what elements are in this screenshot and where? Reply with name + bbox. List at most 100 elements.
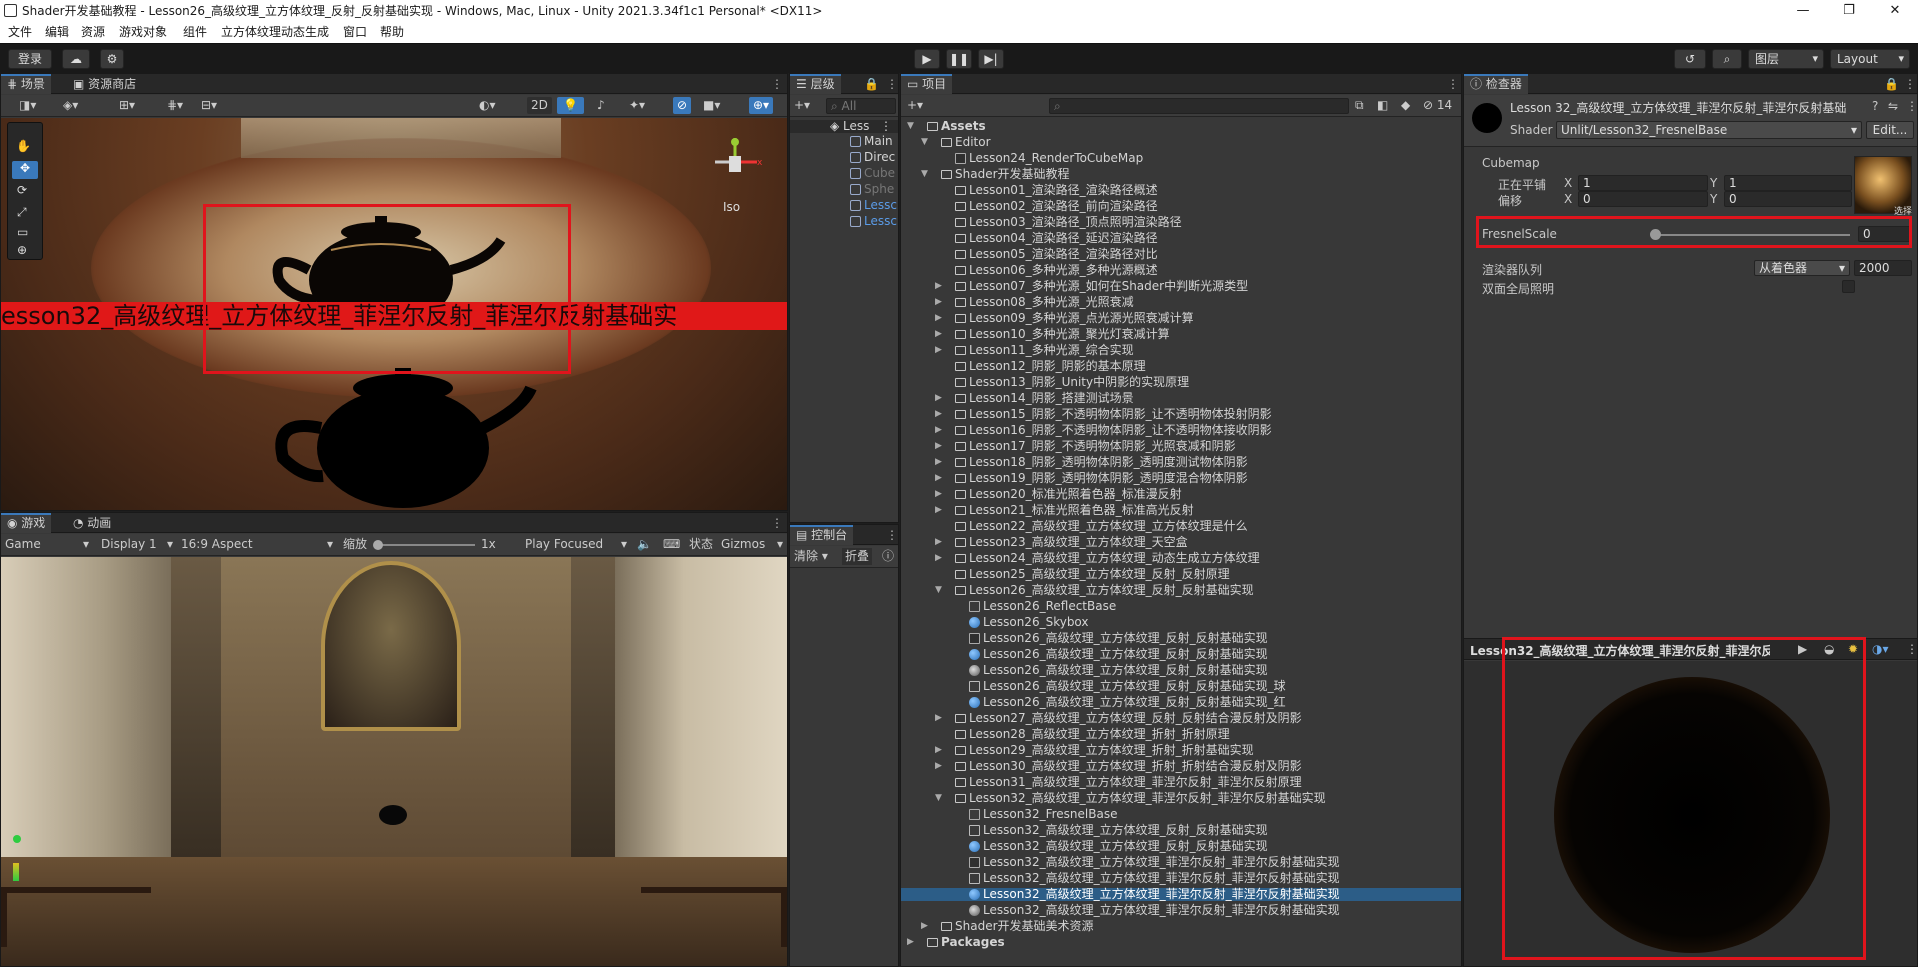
audio-toggle-icon[interactable]: ♪ bbox=[597, 97, 605, 114]
mode-2d-button[interactable]: 2D bbox=[527, 97, 552, 114]
lesson-folder[interactable]: ▶ Lesson14_阴影_搭建测试场景 bbox=[901, 392, 1461, 405]
tree-shader-folder[interactable]: ▼ Shader开发基础教程 bbox=[901, 168, 1461, 181]
lesson-folder[interactable]: Lesson06_多种光源_多种光源概述 bbox=[901, 264, 1461, 277]
tab-asset-store[interactable]: ▣ 资源商店 bbox=[67, 74, 142, 94]
hierarchy-item-lesson-a[interactable]: Lessc bbox=[790, 199, 898, 212]
preview-mesh-icon[interactable]: ◒ bbox=[1824, 642, 1834, 656]
login-button[interactable]: 登录 bbox=[8, 49, 52, 69]
camera-icon[interactable]: ■▾ bbox=[703, 97, 720, 114]
tab-hierarchy[interactable]: ☰ 层级 bbox=[790, 74, 841, 94]
hierarchy-item-light[interactable]: Direc bbox=[790, 151, 898, 164]
collab-button[interactable]: ⚙ bbox=[100, 49, 124, 69]
scene-file[interactable]: Lesson26_高级纹理_立方体纹理_反射_反射基础实现 bbox=[901, 664, 1461, 677]
lighting-toggle-icon[interactable]: 💡 bbox=[557, 97, 584, 114]
lesson-folder[interactable]: ▶ Lesson24_高级纹理_立方体纹理_动态生成立方体纹理 bbox=[901, 552, 1461, 565]
tab-game[interactable]: ◉ 游戏 bbox=[1, 513, 52, 533]
tab-scene[interactable]: ⋕ 场景 bbox=[1, 74, 51, 94]
lesson-folder[interactable]: Lesson12_阴影_阴影的基本原理 bbox=[901, 360, 1461, 373]
lesson-folder[interactable]: ▶ Lesson27_高级纹理_立方体纹理_反射_反射结合漫反射及阴影 bbox=[901, 712, 1461, 725]
shader-file[interactable]: Lesson26_ReflectBase bbox=[901, 600, 1461, 613]
lesson-folder[interactable]: Lesson28_高级纹理_立方体纹理_折射_折射原理 bbox=[901, 728, 1461, 741]
hierarchy-menu-icon[interactable]: ⋮ bbox=[886, 74, 898, 94]
tree-art-folder[interactable]: ▶ Shader开发基础美术资源 bbox=[901, 920, 1461, 933]
minimize-button[interactable]: — bbox=[1780, 0, 1826, 22]
lesson-folder[interactable]: Lesson01_渲染路径_渲染路径概述 bbox=[901, 184, 1461, 197]
hierarchy-item-sphere[interactable]: Sphe bbox=[790, 183, 898, 196]
lesson-folder[interactable]: ▶ Lesson08_多种光源_光照衰减 bbox=[901, 296, 1461, 309]
tab-console[interactable]: ▤ 控制台 bbox=[790, 525, 854, 545]
shading-icon[interactable]: ◐▾ bbox=[479, 97, 496, 114]
lesson-folder[interactable]: Lesson31_高级纹理_立方体纹理_菲涅尔反射_菲涅尔反射原理 bbox=[901, 776, 1461, 789]
lesson-folder[interactable]: Lesson04_渲染路径_延迟渲染路径 bbox=[901, 232, 1461, 245]
tree-editor-script[interactable]: Lesson24_RenderToCubeMap bbox=[901, 152, 1461, 165]
stats-button[interactable]: 状态 bbox=[689, 536, 713, 553]
play-button[interactable]: ▶ bbox=[914, 49, 940, 69]
cloud-button[interactable]: ☁ bbox=[62, 49, 90, 69]
hierarchy-search-input[interactable]: ⌕ All bbox=[826, 98, 896, 114]
lesson-folder[interactable]: ▶ Lesson10_多种光源_聚光灯衰减计算 bbox=[901, 328, 1461, 341]
material-file[interactable]: Lesson26_高级纹理_立方体纹理_反射_反射基础实现 bbox=[901, 648, 1461, 661]
lesson-folder[interactable]: ▶ Lesson19_阴影_透明物体阴影_透明度混合物体阴影 bbox=[901, 472, 1461, 485]
scene-orientation-gizmo[interactable]: x bbox=[705, 132, 765, 192]
shader-edit-button[interactable]: Edit... bbox=[1866, 121, 1914, 139]
label-filter-icon[interactable]: ◆ bbox=[1401, 97, 1410, 114]
lesson-folder[interactable]: ▶ Lesson15_阴影_不透明物体阴影_让不透明物体投射阴影 bbox=[901, 408, 1461, 421]
grid-snap-icon[interactable]: ⋕▾ bbox=[167, 97, 183, 114]
filter-type-icon[interactable]: ◧ bbox=[1377, 97, 1388, 114]
transform-tool-icon[interactable]: ⊕ bbox=[17, 243, 27, 257]
render-queue-dropdown[interactable]: 从着色器 ▾ bbox=[1754, 260, 1850, 276]
gizmos-dropdown[interactable]: Gizmos ▾ bbox=[721, 536, 783, 553]
lesson-folder[interactable]: ▼ Lesson26_高级纹理_立方体纹理_反射_反射基础实现 bbox=[901, 584, 1461, 597]
gizmos-icon[interactable]: ⊕▾ bbox=[749, 97, 774, 114]
lesson-folder[interactable]: ▶ Lesson18_阴影_透明物体阴影_透明度测试物体阴影 bbox=[901, 456, 1461, 469]
fresnel-slider[interactable] bbox=[1650, 229, 1850, 240]
menu-cubemap-gen[interactable]: 立方体纹理动态生成 bbox=[221, 22, 329, 43]
shader-file[interactable]: Lesson32_FresnelBase bbox=[901, 808, 1461, 821]
menu-help[interactable]: 帮助 bbox=[380, 22, 404, 43]
increment-snap-icon[interactable]: ⊟▾ bbox=[201, 97, 217, 114]
game-menu-icon[interactable]: ⋮ bbox=[771, 513, 783, 533]
render-mode-icon[interactable]: ◈▾ bbox=[63, 97, 78, 114]
iso-label[interactable]: Iso bbox=[723, 200, 740, 214]
hierarchy-item-camera[interactable]: Main bbox=[790, 135, 898, 148]
maximize-button[interactable]: ❐ bbox=[1826, 0, 1872, 22]
cubemap-select-button[interactable]: 选择 bbox=[1894, 204, 1912, 217]
script-file[interactable]: Lesson32_高级纹理_立方体纹理_菲涅尔反射_菲涅尔反射基础实现 bbox=[901, 856, 1461, 869]
console-clear-button[interactable]: 清除 ▾ bbox=[794, 548, 828, 565]
mute-icon[interactable]: 🔈 bbox=[637, 536, 652, 553]
prefab-file[interactable]: Lesson32_高级纹理_立方体纹理_菲涅尔反射_菲涅尔反射基础实现 bbox=[901, 872, 1461, 885]
tree-editor-folder[interactable]: ▼ Editor bbox=[901, 136, 1461, 149]
preview-light-icon[interactable]: ✹ bbox=[1848, 642, 1858, 656]
lesson-folder[interactable]: Lesson22_高级纹理_立方体纹理_立方体纹理是什么 bbox=[901, 520, 1461, 533]
lesson-folder[interactable]: ▶ Lesson17_阴影_不透明物体阴影_光照衰减和阴影 bbox=[901, 440, 1461, 453]
project-search-input[interactable]: ⌕ bbox=[1049, 98, 1349, 114]
lesson-folder[interactable]: ▶ Lesson16_阴影_不透明物体阴影_让不透明物体接收阴影 bbox=[901, 424, 1461, 437]
layers-dropdown[interactable]: 图层 bbox=[1748, 49, 1824, 69]
script-file[interactable]: Lesson26_高级纹理_立方体纹理_反射_反射基础实现 bbox=[901, 632, 1461, 645]
menu-gameobject[interactable]: 游戏对象 bbox=[119, 22, 167, 43]
pivot-icon[interactable]: ⊞▾ bbox=[119, 97, 135, 114]
preview-sphere-dropdown[interactable]: ◑▾ bbox=[1872, 642, 1889, 656]
search-type-icon[interactable]: ⧉ bbox=[1355, 97, 1364, 114]
shader-dropdown[interactable]: Unlit/Lesson32_FresnelBase ▾ bbox=[1556, 121, 1862, 139]
effects-icon[interactable]: ✦▾ bbox=[629, 97, 645, 114]
lock-icon[interactable]: 🔒 bbox=[1884, 74, 1899, 94]
hand-tool-icon[interactable]: ✋ bbox=[16, 139, 31, 153]
preview-play-icon[interactable]: ▶ bbox=[1798, 642, 1807, 656]
rect-tool-icon[interactable]: ▭ bbox=[17, 225, 28, 239]
prefab-file[interactable]: Lesson26_高级纹理_立方体纹理_反射_反射基础实现_球 bbox=[901, 680, 1461, 693]
scale-slider-handle[interactable] bbox=[373, 540, 383, 550]
lesson-folder[interactable]: ▶ Lesson30_高级纹理_立方体纹理_折射_折射结合漫反射及阴影 bbox=[901, 760, 1461, 773]
draw-mode-icon[interactable]: ◨▾ bbox=[19, 97, 36, 114]
scene-file[interactable]: Lesson32_高级纹理_立方体纹理_菲涅尔反射_菲涅尔反射基础实现 bbox=[901, 904, 1461, 917]
game-viewport[interactable] bbox=[1, 557, 787, 966]
lesson-folder[interactable]: ▶ Lesson09_多种光源_点光源光照衰减计算 bbox=[901, 312, 1461, 325]
scene-viewport[interactable]: esson32_高级纹理_立方体纹理_菲涅尔反射_菲涅尔反射基础实 ✋ ✥ ⟳ … bbox=[1, 118, 787, 510]
lesson-folder[interactable]: ▼ Lesson32_高级纹理_立方体纹理_菲涅尔反射_菲涅尔反射基础实现 bbox=[901, 792, 1461, 805]
render-queue-field[interactable]: 2000 bbox=[1854, 260, 1912, 276]
lesson-folder[interactable]: ▶ Lesson21_标准光照着色器_标准高光反射 bbox=[901, 504, 1461, 517]
lesson-folder[interactable]: Lesson03_渲染路径_顶点照明渲染路径 bbox=[901, 216, 1461, 229]
play-focused-dropdown[interactable]: Play Focused ▾ bbox=[525, 536, 627, 553]
lesson-folder[interactable]: Lesson05_渲染路径_渲染路径对比 bbox=[901, 248, 1461, 261]
rotate-tool-icon[interactable]: ⟳ bbox=[17, 183, 27, 197]
